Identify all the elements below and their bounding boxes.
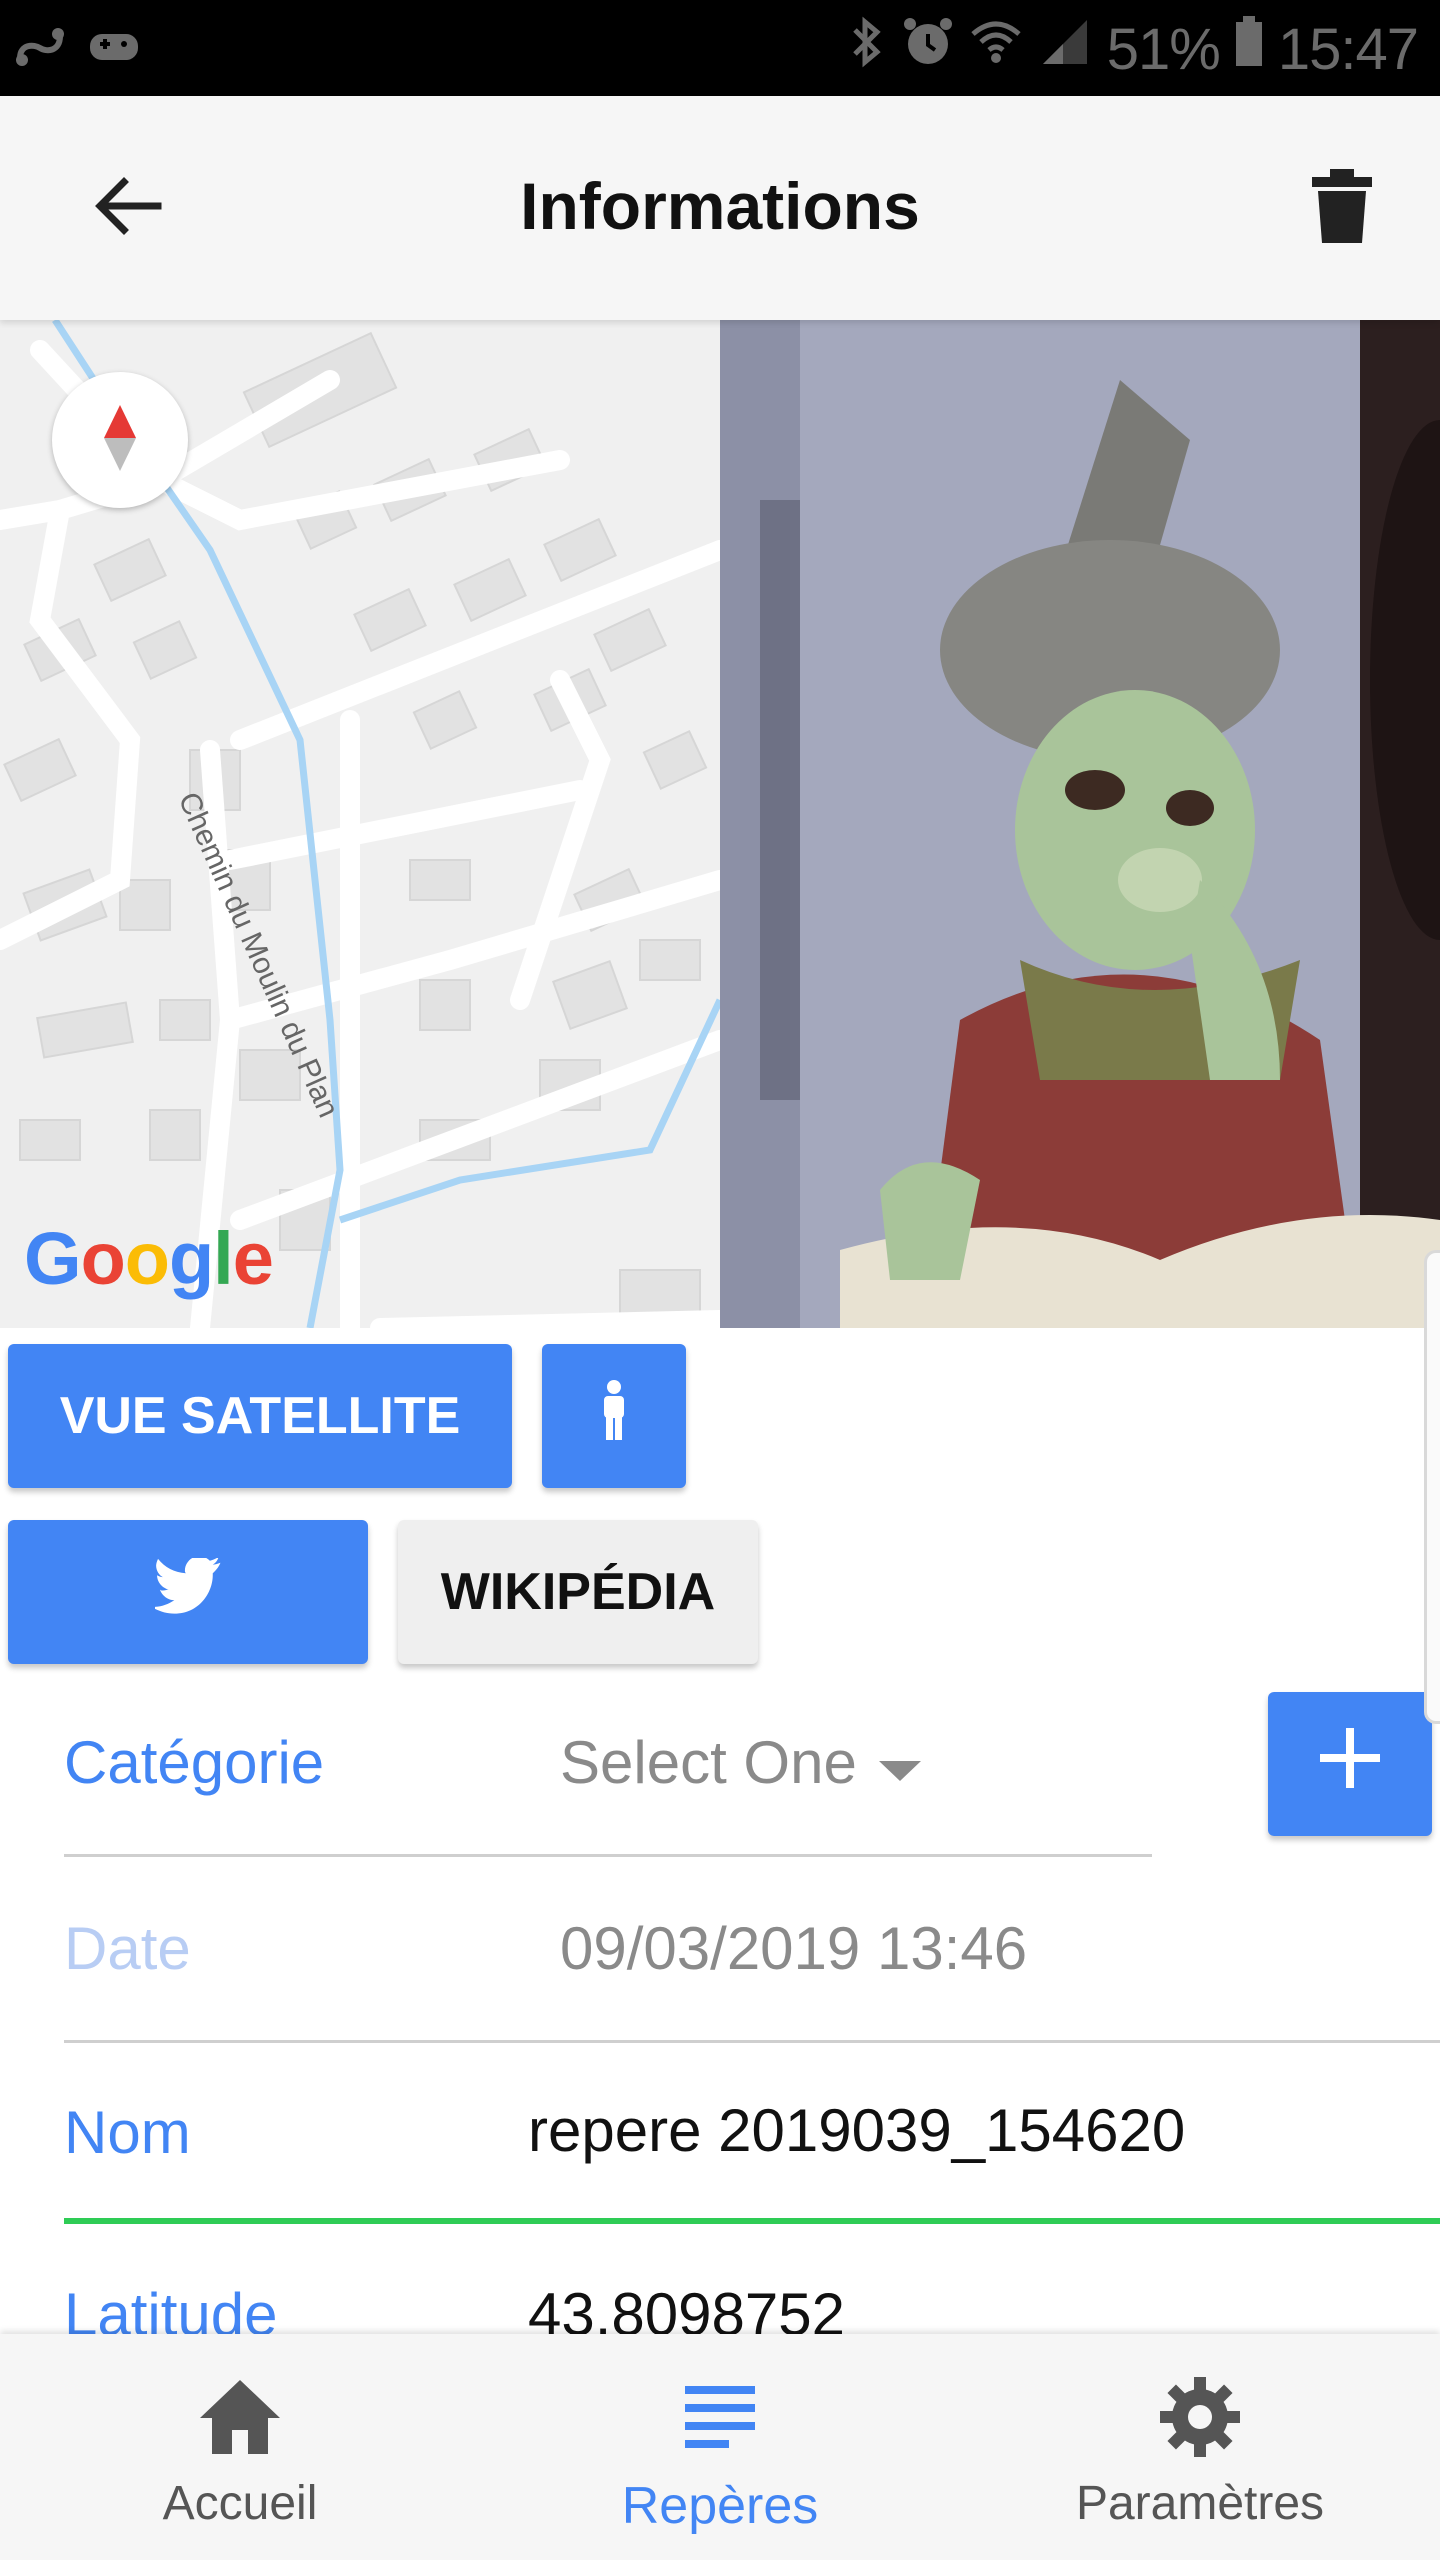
bluetooth-icon [847, 14, 887, 84]
nav-item-accueil[interactable]: Accueil [0, 2334, 480, 2560]
photo-figurine [720, 320, 1440, 1328]
clock: 15:47 [1277, 16, 1419, 82]
nav-item-parametres[interactable]: Paramètres [960, 2334, 1440, 2560]
compass-icon [100, 403, 140, 478]
battery-percent: 51% [1106, 16, 1221, 82]
edge-panel-handle[interactable] [1424, 1250, 1440, 1724]
nav-item-reperes[interactable]: Repères [480, 2334, 960, 2560]
categorie-select-value: Select One [560, 1729, 857, 1796]
nav-label: Paramètres [1075, 2477, 1325, 2530]
map-view[interactable]: Chemin du Moulin du Plan Google [0, 320, 720, 1328]
page-title: Informations [520, 169, 920, 243]
nom-label: Nom [64, 2099, 191, 2166]
nom-focus-underline [64, 2218, 1440, 2224]
signal-icon [1037, 14, 1093, 84]
nav-label: Repères [621, 2477, 819, 2535]
google-logo: Google [24, 1217, 274, 1300]
date-value: 09/03/2019 13:46 [560, 1915, 1028, 1982]
nom-input[interactable] [528, 2090, 1368, 2170]
satellite-view-button[interactable]: VUE SATELLITE [8, 1344, 512, 1488]
wifi-icon [969, 14, 1023, 84]
notification-icon [14, 18, 66, 74]
caret-down-icon [878, 1728, 921, 1797]
person-icon [600, 1379, 628, 1453]
compass-button[interactable] [52, 372, 188, 508]
gear-icon [1158, 2372, 1242, 2462]
bottom-navigation: Accueil Repères Paramètres [0, 2334, 1440, 2560]
app-bar: Informations [0, 96, 1440, 320]
gamepad-icon [88, 18, 140, 74]
twitter-share-button[interactable] [8, 1520, 368, 1664]
categorie-select[interactable]: Select One [560, 1728, 921, 1797]
divider [64, 2040, 1440, 2043]
date-label: Date [64, 1915, 191, 1982]
categorie-label: Catégorie [64, 1729, 325, 1796]
marker-photo [720, 320, 1440, 1328]
battery-icon [1234, 14, 1264, 84]
twitter-icon [151, 1555, 221, 1627]
alarm-icon [901, 14, 955, 84]
plus-icon [1318, 1726, 1382, 1803]
status-bar: 51% 15:47 [0, 0, 1440, 96]
wikipedia-button[interactable]: WIKIPÉDIA [398, 1520, 758, 1664]
home-icon [198, 2372, 282, 2462]
list-icon [685, 2372, 755, 2462]
street-view-button[interactable] [542, 1344, 686, 1488]
delete-button[interactable] [1292, 158, 1392, 258]
trash-icon [1310, 167, 1374, 250]
add-category-button[interactable] [1268, 1692, 1432, 1836]
divider [64, 1854, 1152, 1857]
nav-label: Accueil [162, 2477, 318, 2530]
